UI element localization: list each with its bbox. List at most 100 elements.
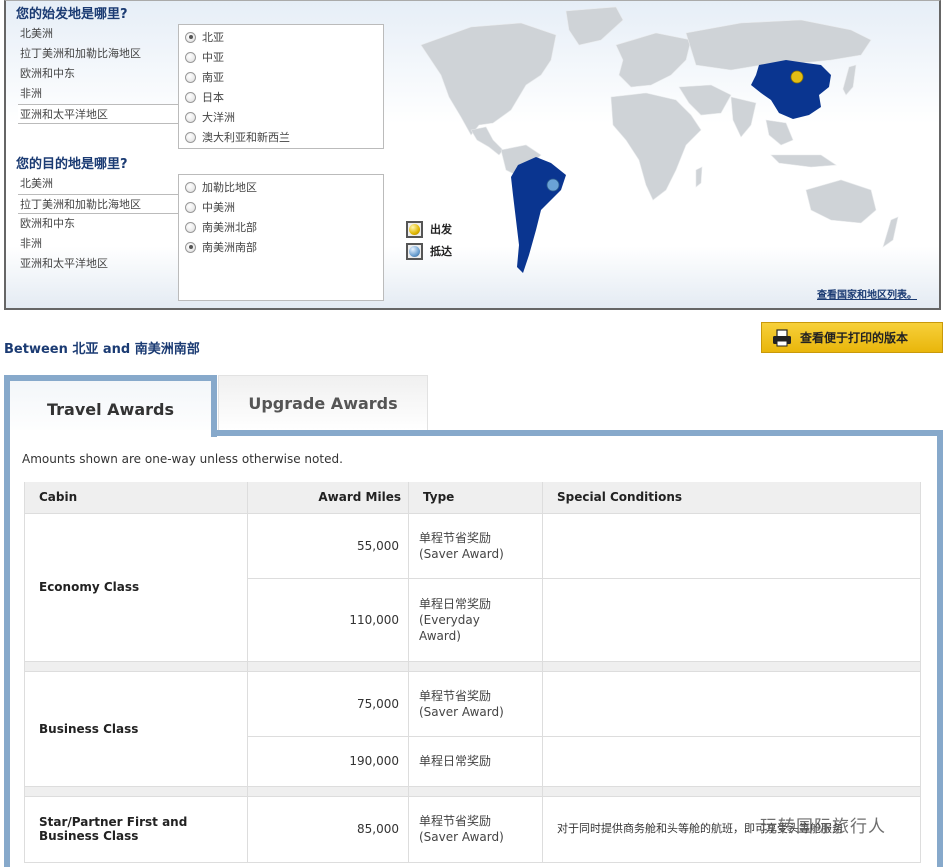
miles-cell: 55,000 <box>247 512 409 579</box>
option-label: 澳大利亚和新西兰 <box>202 131 290 144</box>
destination-subregion-option[interactable]: 南美洲南部 <box>179 237 383 257</box>
type-cell: 单程节省奖励 (Saver Award) <box>408 795 543 863</box>
type-en: (Saver Award) <box>419 704 504 719</box>
map-highlight-destination-region <box>511 157 566 273</box>
type-cell: 单程日常奖励 (Everyday Award) <box>408 577 543 662</box>
legend-arrival-label: 抵达 <box>430 245 452 258</box>
destination-region-list: 北美洲 拉丁美洲和加勒比海地区 欧洲和中东 非洲 亚洲和太平洋地区 <box>18 174 188 274</box>
radio-button[interactable] <box>185 51 196 63</box>
map-land-indonesia <box>770 154 837 168</box>
destination-region-item[interactable]: 非洲 <box>18 234 188 254</box>
radio-button[interactable] <box>185 131 196 143</box>
map-legend: 出发 抵达 <box>406 218 452 262</box>
origin-subregion-option[interactable]: 中亚 <box>179 47 383 67</box>
radio-button[interactable] <box>185 111 196 123</box>
origin-subregion-option[interactable]: 大洋洲 <box>179 107 383 127</box>
destination-question: 您的目的地是哪里? <box>16 157 128 172</box>
departure-marker-icon <box>790 70 804 84</box>
miles-cell: 190,000 <box>247 735 409 787</box>
radio-button-checked[interactable] <box>185 241 196 253</box>
group-separator <box>24 660 921 672</box>
map-land-madagascar <box>695 166 703 188</box>
origin-region-item[interactable]: 拉丁美洲和加勒比海地区 <box>18 44 188 64</box>
map-highlight-origin-region <box>751 60 831 119</box>
arrival-legend-icon <box>406 242 423 260</box>
legend-departure-label: 出发 <box>430 223 452 236</box>
watermark: 玩转国际旅行人 <box>760 817 886 837</box>
miles-cell: 110,000 <box>247 577 409 662</box>
printer-icon <box>773 328 791 346</box>
map-land-central-america <box>470 126 504 156</box>
destination-region-item[interactable]: 亚洲和太平洋地区 <box>18 254 188 274</box>
radio-button[interactable] <box>185 221 196 233</box>
type-cn: 单程节省奖励 <box>419 688 492 703</box>
conditions-cell <box>542 512 921 579</box>
radio-button-checked[interactable] <box>185 31 196 43</box>
origin-region-item-active[interactable]: 亚洲和太平洋地区 <box>18 104 188 124</box>
type-en: (Saver Award) <box>419 546 504 561</box>
tab-travel-awards[interactable]: Travel Awards <box>4 375 217 437</box>
destination-subregion-option[interactable]: 加勒比地区 <box>179 177 383 197</box>
origin-subregion-option[interactable]: 澳大利亚和新西兰 <box>179 127 383 147</box>
option-label: 中美洲 <box>202 201 235 214</box>
conditions-cell <box>542 577 921 662</box>
route-summary: Between 北亚 and 南美洲南部 <box>4 342 200 357</box>
radio-button[interactable] <box>185 71 196 83</box>
origin-subregion-option[interactable]: 日本 <box>179 87 383 107</box>
miles-cell: 85,000 <box>247 795 409 863</box>
country-list-link[interactable]: 查看国家和地区列表。 <box>817 286 917 301</box>
origin-subregion-option[interactable]: 北亚 <box>179 27 383 47</box>
conditions-cell <box>542 735 921 787</box>
map-land-north-america <box>420 22 557 136</box>
header-award-miles: Award Miles <box>247 482 409 513</box>
type-en: (Everyday Award) <box>419 612 480 643</box>
map-land-southeast-asia <box>765 119 794 146</box>
option-label: 南美洲南部 <box>202 241 257 254</box>
one-way-note: Amounts shown are one-way unless otherwi… <box>22 452 343 466</box>
departure-legend-icon <box>406 220 423 238</box>
destination-subregion-option[interactable]: 中美洲 <box>179 197 383 217</box>
conditions-cell <box>542 670 921 737</box>
type-cn: 单程节省奖励 <box>419 530 492 545</box>
cabin-cell: Business Class <box>24 670 248 787</box>
table-header-row: Cabin Award Miles Type Special Condition… <box>24 482 921 513</box>
origin-subregion-option[interactable]: 南亚 <box>179 67 383 87</box>
option-label: 南美洲北部 <box>202 221 257 234</box>
destination-region-item-active[interactable]: 拉丁美洲和加勒比海地区 <box>18 194 188 214</box>
destination-subregion-option[interactable]: 南美洲北部 <box>179 217 383 237</box>
radio-button[interactable] <box>185 91 196 103</box>
header-special-conditions: Special Conditions <box>542 482 921 513</box>
type-en: (Saver Award) <box>419 830 504 844</box>
origin-region-item[interactable]: 非洲 <box>18 84 188 104</box>
map-land-india <box>730 96 757 138</box>
header-cabin: Cabin <box>24 482 248 513</box>
printable-version-button[interactable]: 查看便于打印的版本 <box>761 322 943 353</box>
type-cell: 单程节省奖励 (Saver Award) <box>408 512 543 579</box>
option-label: 北亚 <box>202 31 224 44</box>
printable-version-label: 查看便于打印的版本 <box>800 331 909 345</box>
radio-button[interactable] <box>185 201 196 213</box>
destination-region-item[interactable]: 北美洲 <box>18 174 188 194</box>
tab-upgrade-awards[interactable]: Upgrade Awards <box>218 375 428 430</box>
destination-region-item[interactable]: 欧洲和中东 <box>18 214 188 234</box>
award-chart-table: Cabin Award Miles Type Special Condition… <box>24 482 921 863</box>
origin-region-list: 北美洲 拉丁美洲和加勒比海地区 欧洲和中东 非洲 亚洲和太平洋地区 <box>18 24 188 124</box>
origin-region-item[interactable]: 欧洲和中东 <box>18 64 188 84</box>
origin-region-item[interactable]: 北美洲 <box>18 24 188 44</box>
radio-button[interactable] <box>185 181 196 193</box>
type-cell: 单程节省奖励 (Saver Award) <box>408 670 543 737</box>
type-cn: 单程日常奖励 <box>419 596 492 611</box>
arrival-marker-icon <box>546 178 560 192</box>
table-row: Business Class 75,000 单程节省奖励 (Saver Award… <box>24 670 921 787</box>
type-cn: 单程节省奖励 <box>419 814 492 828</box>
table-row: Economy Class 55,000 单程节省奖励 (Saver Award) <box>24 512 921 662</box>
map-land-australia <box>805 179 877 224</box>
origin-subregion-box: 北亚 中亚 南亚 日本 大洋洲 澳大利亚和新西兰 <box>178 24 384 149</box>
option-label: 大洋洲 <box>202 111 235 124</box>
type-cell: 单程日常奖励 <box>408 735 543 787</box>
cabin-cell: Economy Class <box>24 512 248 662</box>
origin-question: 您的始发地是哪里? <box>16 7 128 22</box>
world-map[interactable] <box>401 5 936 285</box>
option-label: 南亚 <box>202 71 224 84</box>
type-cn: 单程日常奖励 <box>419 754 492 768</box>
